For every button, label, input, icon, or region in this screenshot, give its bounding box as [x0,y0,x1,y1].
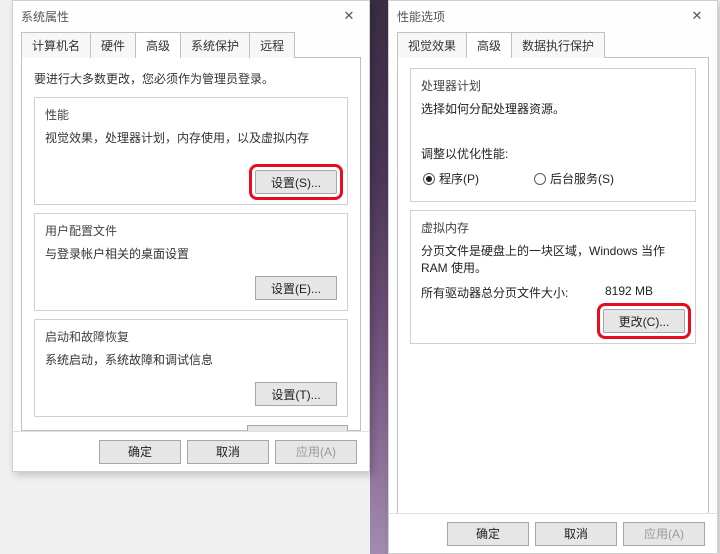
admin-note: 要进行大多数更改，您必须作为管理员登录。 [34,70,348,87]
radio-background-services[interactable]: 后台服务(S) [534,170,614,187]
user-profiles-settings-button[interactable]: 设置(E)... [255,276,337,300]
apply-button[interactable]: 应用(A) [623,522,705,546]
group-title: 处理器计划 [421,77,685,94]
dialog-buttons: 确定 取消 应用(A) [389,513,717,553]
group-desc: 系统启动，系统故障和调试信息 [45,351,337,368]
tab-strip: 视觉效果 高级 数据执行保护 [397,32,709,58]
group-title: 虚拟内存 [421,219,685,236]
performance-settings-button[interactable]: 设置(S)... [255,170,337,194]
radio-icon [534,173,546,185]
ok-button[interactable]: 确定 [99,440,181,464]
tab-hardware[interactable]: 硬件 [90,32,136,58]
apply-button[interactable]: 应用(A) [275,440,357,464]
dialog-title: 性能选项 [397,8,677,25]
startup-settings-button[interactable]: 设置(T)... [255,382,337,406]
group-desc: 分页文件是硬盘上的一块区域，Windows 当作 RAM 使用。 [421,242,685,276]
group-title: 性能 [45,106,337,123]
tab-advanced[interactable]: 高级 [466,32,512,58]
group-processor-scheduling: 处理器计划 选择如何分配处理器资源。 调整以优化性能: 程序(P) 后台服务(S… [410,68,696,202]
group-startup-recovery: 启动和故障恢复 系统启动，系统故障和调试信息 设置(T)... [34,319,348,417]
tab-advanced[interactable]: 高级 [135,32,181,58]
tab-pane: 要进行大多数更改，您必须作为管理员登录。 性能 视觉效果，处理器计划，内存使用，… [21,57,361,431]
group-user-profiles: 用户配置文件 与登录帐户相关的桌面设置 设置(E)... [34,213,348,311]
close-icon[interactable]: ✕ [329,1,369,31]
paging-total-value: 8192 MB [605,284,685,301]
titlebar[interactable]: 性能选项 ✕ [389,1,717,31]
dialog-buttons: 确定 取消 应用(A) [13,431,369,471]
radio-programs[interactable]: 程序(P) [423,170,479,187]
system-properties-dialog: 系统属性 ✕ 计算机名 硬件 高级 系统保护 远程 要进行大多数更改，您必须作为… [12,0,370,472]
radio-label: 后台服务(S) [550,170,614,187]
tab-dep[interactable]: 数据执行保护 [511,32,605,58]
tab-computer-name[interactable]: 计算机名 [21,32,91,58]
paging-total-label: 所有驱动器总分页文件大小: [421,284,605,301]
group-virtual-memory: 虚拟内存 分页文件是硬盘上的一块区域，Windows 当作 RAM 使用。 所有… [410,210,696,344]
cancel-button[interactable]: 取消 [535,522,617,546]
titlebar[interactable]: 系统属性 ✕ [13,1,369,31]
performance-options-dialog: 性能选项 ✕ 视觉效果 高级 数据执行保护 处理器计划 选择如何分配处理器资源。… [388,0,718,554]
radio-label: 程序(P) [439,170,479,187]
group-desc: 视觉效果，处理器计划，内存使用，以及虚拟内存 [45,129,337,146]
close-icon[interactable]: ✕ [677,1,717,31]
group-desc: 选择如何分配处理器资源。 [421,100,685,117]
tab-strip: 计算机名 硬件 高级 系统保护 远程 [21,32,361,58]
group-title: 启动和故障恢复 [45,328,337,345]
adjust-label: 调整以优化性能: [421,145,685,162]
radio-icon [423,173,435,185]
tab-pane: 处理器计划 选择如何分配处理器资源。 调整以优化性能: 程序(P) 后台服务(S… [397,57,709,515]
dialog-title: 系统属性 [21,8,329,25]
desktop-wallpaper-strip [370,0,388,554]
ok-button[interactable]: 确定 [447,522,529,546]
tab-remote[interactable]: 远程 [249,32,295,58]
tab-visual-effects[interactable]: 视觉效果 [397,32,467,58]
change-vmem-button[interactable]: 更改(C)... [603,309,685,333]
tab-system-protection[interactable]: 系统保护 [180,32,250,58]
group-performance: 性能 视觉效果，处理器计划，内存使用，以及虚拟内存 设置(S)... [34,97,348,205]
cancel-button[interactable]: 取消 [187,440,269,464]
group-desc: 与登录帐户相关的桌面设置 [45,245,337,262]
group-title: 用户配置文件 [45,222,337,239]
